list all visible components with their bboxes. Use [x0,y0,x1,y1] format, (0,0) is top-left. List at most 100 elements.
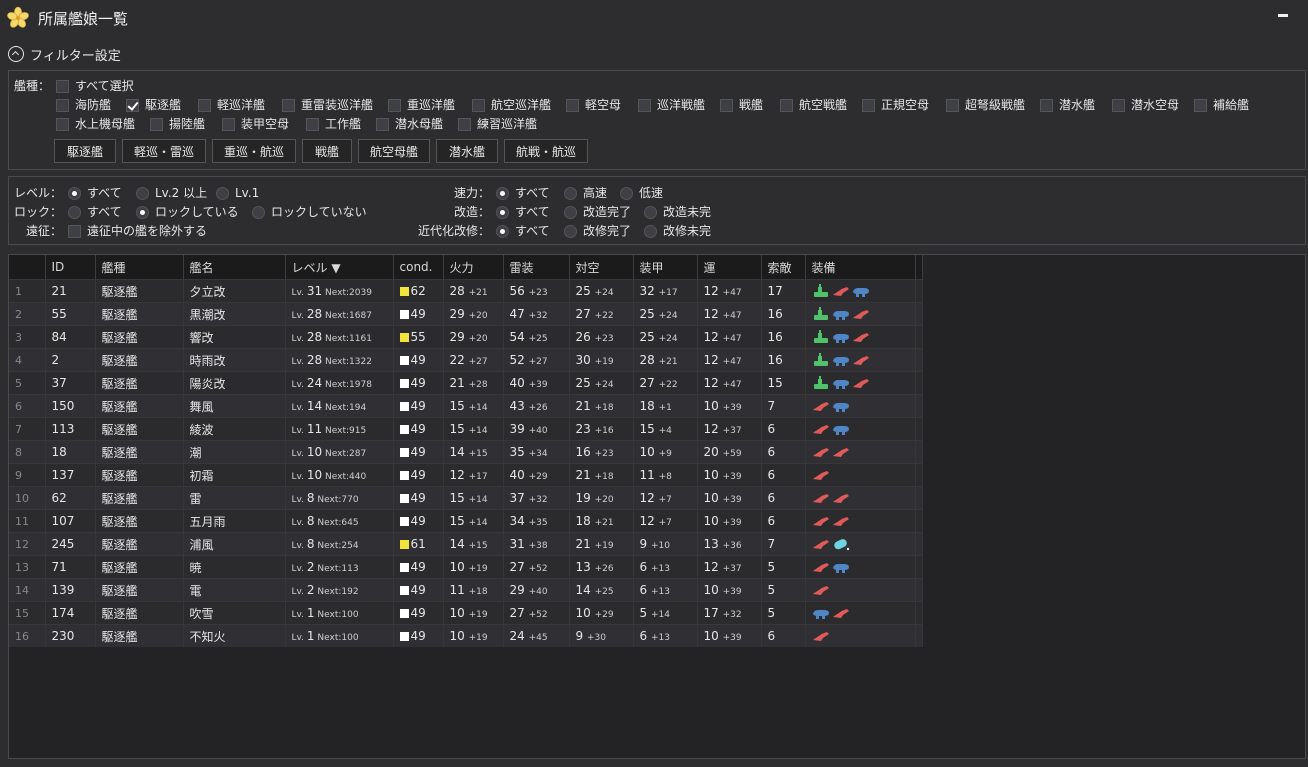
table-row[interactable]: 13 71 駆逐艦暁 Lv. 2 Next:113 49 10 +19 27 +52 13 +… [9,555,923,579]
table-row[interactable]: 3 84 駆逐艦 響改 Lv. 28 Next:1161 55 29 +20 54 +25 26… [9,325,923,349]
equipment-cell[interactable] [805,279,916,303]
equipment-cell[interactable] [805,509,916,533]
equipment-cell[interactable] [805,325,916,349]
ship-type-checkbox[interactable]: 駆逐艦 [126,97,181,113]
ship-type-checkbox[interactable]: 戦艦 [720,97,763,113]
column-header[interactable]: 装甲 [633,255,698,280]
modernize-radio[interactable]: 改修完了 [564,223,631,239]
next-prefix: Next: [322,472,350,482]
ship-type-checkbox[interactable]: 海防艦 [56,97,111,113]
ship-type-checkbox[interactable]: 軽巡洋艦 [198,97,265,113]
table-row[interactable]: 12 245 駆逐艦 浦風 Lv. 8 Next:254 61 14 +15 31 +38 21… [9,532,923,556]
equipment-cell[interactable] [805,348,916,372]
speed-radio[interactable]: 低速 [620,185,663,201]
filter-toggle[interactable]: フィルター設定 [8,44,121,64]
table-row[interactable]: 1 21 駆逐艦 夕立改 Lv. 31 Next:2039 62 28 +21 56 +23 2… [9,279,923,303]
table-row[interactable]: 5 37 駆逐艦 陽炎改 Lv. 24 Next:1978 49 21 +28 40 +39 2… [9,371,923,395]
equipment-cell[interactable] [805,394,916,418]
level-radio[interactable]: すべて [68,185,122,201]
column-header[interactable]: 火力 [443,255,504,280]
column-header[interactable]: 索敵 [761,255,806,280]
ship-type-checkbox[interactable]: 航空巡洋艦 [472,97,551,113]
level-radio[interactable]: Lv.2 以上 [136,185,207,201]
select-all-checkbox[interactable]: すべて選択 [56,78,134,94]
equipment-cell[interactable] [805,302,916,326]
ship-type-checkbox[interactable]: 軽空母 [566,97,621,113]
quick-filter-button[interactable]: 航空母艦 [358,139,430,163]
table-row[interactable]: 9 137 駆逐艦 初霜 Lv. 10 Next:440 49 12 +17 40 +29 21… [9,463,923,487]
ship-type-checkbox[interactable]: 航空戦艦 [780,97,847,113]
column-header[interactable]: 運 [697,255,762,280]
minimize-button[interactable] [1278,14,1288,17]
ship-type-checkbox[interactable]: 潜水母艦 [376,116,443,132]
ship-type-checkbox[interactable]: 重雷装巡洋艦 [282,97,373,113]
remodel-radio[interactable]: 改造完了 [564,204,631,220]
table-row[interactable]: 15 174 駆逐艦 吹雪 Lv. 1 Next:100 49 10 +19 27 +52 10… [9,601,923,625]
table-row[interactable]: 10 62 駆逐艦雷 Lv. 8 Next:770 49 15 +14 37 +32 19 +… [9,486,923,510]
ship-type-checkbox[interactable]: 正規空母 [862,97,929,113]
equipment-cell[interactable] [805,601,916,625]
speed-radio[interactable]: すべて [496,185,550,201]
quick-filter-button[interactable]: 潜水艦 [436,139,498,163]
quick-filter-button[interactable]: 重巡・航巡 [212,139,296,163]
column-header[interactable]: 対空 [569,255,634,280]
remodel-radio[interactable]: 改造未完 [644,204,711,220]
antiair-bonus: +24 [594,380,614,390]
ship-type-checkbox[interactable]: 揚陸艦 [150,116,205,132]
lock-radio[interactable]: すべて [68,204,122,220]
ship-type-checkbox[interactable]: 装甲空母 [222,116,289,132]
ship-type-checkbox[interactable]: 工作艦 [306,116,361,132]
table-row[interactable]: 6 150 駆逐艦 舞風 Lv. 14 Next:194 49 15 +14 43 +26 21… [9,394,923,418]
column-header[interactable]: 艦名 [183,255,286,280]
ship-type-checkbox[interactable]: 潜水空母 [1112,97,1179,113]
firepower: 14 +15 [443,440,504,464]
ship-type-checkbox[interactable]: 補給艦 [1194,97,1249,113]
ship-type-checkbox[interactable]: 重巡洋艦 [388,97,455,113]
quick-filter-button[interactable]: 戦艦 [302,139,352,163]
quick-filter-button[interactable]: 軽巡・雷巡 [122,139,206,163]
column-header[interactable]: cond. [393,255,444,280]
speed-radio[interactable]: 高速 [564,185,607,201]
level-radio[interactable]: Lv.1 [216,185,259,201]
equipment-cell[interactable] [805,532,916,556]
table-row[interactable]: 8 18 駆逐艦潮 Lv. 10 Next:287 49 14 +15 35 +34 16 +… [9,440,923,464]
table-row[interactable]: 11 107 駆逐艦 五月雨 Lv. 8 Next:645 49 15 +14 34 +35 1… [9,509,923,533]
firepower-value: 15 [449,514,465,528]
table-row[interactable]: 2 55 駆逐艦 黒潮改 Lv. 28 Next:1687 49 29 +20 47 +32 2… [9,302,923,326]
ship-type-checkbox[interactable]: 超弩級戦艦 [946,97,1025,113]
equipment-cell[interactable] [805,624,916,647]
equipment-cell[interactable] [805,417,916,441]
ship-type-checkbox[interactable]: 潜水艦 [1040,97,1095,113]
equipment-cell[interactable] [805,371,916,395]
column-header[interactable]: 艦種 [95,255,184,280]
ship-type-checkbox[interactable]: 水上機母艦 [56,116,135,132]
ship-list-table-area[interactable]: ID 艦種 艦名 レベル ▼ cond. 火力 雷装 対空 装甲運索敵 装備 1 21 駆逐艦 夕立改 L… [8,254,1306,759]
table-row[interactable]: 7 113 駆逐艦 綾波 Lv. 11 Next:915 49 15 +14 39 +40 23… [9,417,923,441]
equipment-cell[interactable] [805,486,916,510]
table-row[interactable]: 16 230 駆逐艦 不知火 Lv. 1 Next:100 49 10 +19 24 +45 9… [9,624,923,647]
equipment-cell[interactable] [805,578,916,602]
equipment-cell[interactable] [805,463,916,487]
luck-bonus: +39 [722,403,742,413]
column-header[interactable] [9,255,46,280]
ship-type-checkbox[interactable]: 練習巡洋艦 [458,116,537,132]
column-header[interactable]: 装備 [805,255,916,280]
equipment-cell[interactable] [805,555,916,579]
column-header[interactable]: 雷装 [503,255,570,280]
lock-radio[interactable]: ロックしている [136,204,239,220]
exclude-expedition-checkbox[interactable]: 遠征中の艦を除外する [68,223,207,239]
quick-filter-button[interactable]: 駆逐艦 [54,139,116,163]
remodel-radio[interactable]: すべて [496,204,550,220]
firepower: 15 +14 [443,417,504,441]
column-header[interactable]: ID [45,255,96,280]
modernize-radio[interactable]: 改修未完 [644,223,711,239]
column-header[interactable]: レベル ▼ [285,255,394,280]
equipment-cell[interactable] [805,440,916,464]
modernize-radio[interactable]: すべて [496,223,550,239]
quick-filter-button[interactable]: 航戦・航巡 [504,139,588,163]
luck-value: 12 [703,330,719,344]
table-row[interactable]: 4 2 駆逐艦 時雨改 Lv. 28 Next:1322 49 22 +27 52 +27 30… [9,348,923,372]
table-row[interactable]: 14 139 駆逐艦電 Lv. 2 Next:192 49 11 +18 29 +40 14 … [9,578,923,602]
lock-radio[interactable]: ロックしていない [252,204,367,220]
ship-type-checkbox[interactable]: 巡洋戦艦 [638,97,705,113]
